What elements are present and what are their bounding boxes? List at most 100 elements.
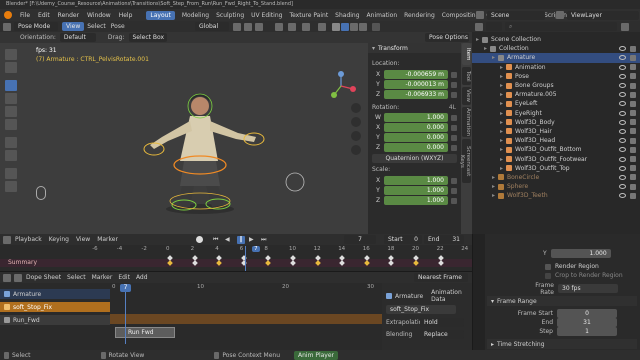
- render-camera-icon[interactable]: [630, 119, 636, 126]
- perspective-toggle-icon[interactable]: [351, 145, 361, 155]
- keyframe-summary[interactable]: [314, 260, 321, 266]
- render-camera-icon[interactable]: [630, 146, 636, 153]
- shading-wireframe-icon[interactable]: [332, 22, 340, 31]
- keyframe-summary[interactable]: [290, 260, 296, 266]
- view-layer-name[interactable]: ViewLayer: [567, 10, 639, 20]
- viewport-3d[interactable]: Pose Mode View Select Pose Global Orient…: [0, 21, 472, 234]
- blending-dropdown[interactable]: Replace: [420, 329, 464, 339]
- timeline-menu-keying[interactable]: Keying: [49, 236, 69, 243]
- keyframe-summary[interactable]: [388, 260, 395, 266]
- pose-options-dropdown[interactable]: Pose Options: [425, 33, 469, 42]
- render-camera-icon[interactable]: [630, 54, 636, 61]
- play-icon[interactable]: ▶: [249, 236, 257, 244]
- lock-icon[interactable]: [451, 134, 457, 141]
- rotation-z-field[interactable]: 0.000: [384, 143, 448, 152]
- keyframe-summary[interactable]: [191, 260, 198, 266]
- render-camera-icon[interactable]: [630, 192, 636, 199]
- lock-icon[interactable]: [451, 187, 457, 194]
- nla-track-run[interactable]: Run_Fwd: [0, 315, 110, 325]
- nla-menu-edit[interactable]: Edit: [118, 274, 130, 281]
- render-camera-icon[interactable]: [630, 73, 636, 80]
- toggle-sidebar-icon[interactable]: [372, 22, 380, 31]
- nla-track-action[interactable]: soft_Stop_Fix: [0, 302, 110, 312]
- visibility-eye-icon[interactable]: [619, 55, 626, 61]
- sidebar-tab-view[interactable]: View: [462, 87, 471, 105]
- jump-start-icon[interactable]: ⏮: [213, 236, 221, 244]
- timeline-editor-icon[interactable]: [3, 235, 11, 244]
- overlays-icon[interactable]: [302, 22, 310, 31]
- shading-solid-icon[interactable]: [341, 22, 349, 31]
- outliner-row[interactable]: ▸ Wolf3D_Outfit_Top: [472, 164, 640, 173]
- menu-help[interactable]: Help: [119, 12, 133, 19]
- workspace-tab-modeling[interactable]: Modeling: [182, 12, 209, 19]
- keyframe-summary[interactable]: [363, 260, 370, 266]
- scale-z-field[interactable]: 1.000: [384, 196, 448, 205]
- orientation-dropdown[interactable]: Default: [59, 33, 96, 42]
- visibility-icon[interactable]: [275, 22, 283, 31]
- keyframe-summary[interactable]: [339, 260, 346, 266]
- filter-icon[interactable]: [621, 22, 629, 31]
- lock-icon[interactable]: [451, 197, 457, 204]
- visibility-eye-icon[interactable]: [619, 46, 626, 52]
- timeline-ruler[interactable]: -6 -4 -2 0 2 4 6 7 8 10 12 14 16 18 20 22 24: [0, 246, 472, 254]
- visibility-eye-icon[interactable]: [619, 193, 626, 199]
- frame-step-field[interactable]: 1: [557, 327, 617, 336]
- visibility-eye-icon[interactable]: [619, 174, 626, 180]
- lock-icon[interactable]: [451, 114, 457, 121]
- mode-dropdown[interactable]: Pose Mode: [14, 22, 58, 31]
- render-camera-icon[interactable]: [630, 64, 636, 71]
- outliner-row[interactable]: ▸ Wolf3D_Hair: [472, 127, 640, 136]
- rotation-y-field[interactable]: 0.000: [384, 133, 448, 142]
- render-camera-icon[interactable]: [630, 45, 636, 52]
- outliner-row[interactable]: ▸ Wolf3D_Head: [472, 136, 640, 145]
- render-camera-icon[interactable]: [630, 165, 636, 172]
- nla-menu-marker[interactable]: Marker: [92, 274, 113, 281]
- frame-rate-dropdown[interactable]: 30 fps: [558, 284, 618, 293]
- anim-player-button[interactable]: Anim Player: [294, 350, 338, 360]
- xray-icon[interactable]: [318, 22, 326, 31]
- outliner-row[interactable]: ▸ BoneCircle: [472, 173, 640, 182]
- workspace-tab-texture-paint[interactable]: Texture Paint: [289, 12, 328, 19]
- menu-select[interactable]: Select: [87, 23, 106, 30]
- blender-logo-icon[interactable]: [4, 11, 12, 19]
- end-frame-field[interactable]: End 31: [424, 235, 464, 244]
- bone-circle-widget[interactable]: [284, 171, 306, 193]
- rotation-x-field[interactable]: 0.000: [384, 123, 448, 132]
- visibility-eye-icon[interactable]: [619, 165, 626, 171]
- visibility-eye-icon[interactable]: [619, 101, 626, 107]
- bone-roll-tool-icon[interactable]: [5, 168, 17, 179]
- record-icon[interactable]: [196, 236, 203, 243]
- workspace-tab-sculpting[interactable]: Sculpting: [216, 12, 244, 19]
- visibility-eye-icon[interactable]: [619, 147, 626, 153]
- workspace-tab-layout[interactable]: Layout: [146, 10, 175, 20]
- menu-pose[interactable]: Pose: [111, 23, 125, 30]
- proportional-edit-icon[interactable]: [255, 22, 263, 31]
- pause-icon[interactable]: ‖: [237, 235, 245, 244]
- start-frame-field[interactable]: Start 0: [384, 235, 422, 244]
- navigation-gizmo[interactable]: [326, 71, 356, 101]
- timeline-menu-marker[interactable]: Marker: [97, 236, 118, 243]
- scene-name[interactable]: Scene: [487, 10, 545, 20]
- keyframe-summary[interactable]: [216, 260, 223, 266]
- shading-material-icon[interactable]: [350, 22, 358, 31]
- workspace-tab-uv-editing[interactable]: UV Editing: [251, 12, 282, 19]
- visibility-eye-icon[interactable]: [619, 110, 626, 116]
- outliner-row[interactable]: ▸ Armature: [472, 53, 640, 63]
- visibility-eye-icon[interactable]: [619, 92, 626, 98]
- render-camera-icon[interactable]: [630, 100, 636, 107]
- current-frame-field[interactable]: 7: [344, 235, 376, 244]
- character-model[interactable]: [120, 81, 290, 216]
- outliner-search-input[interactable]: ⌕: [505, 22, 617, 31]
- visibility-eye-icon[interactable]: [619, 73, 626, 79]
- camera-view-icon[interactable]: [351, 131, 361, 141]
- transform-tool-icon[interactable]: [5, 119, 17, 130]
- cursor-tool-icon[interactable]: [5, 62, 17, 73]
- outliner-row[interactable]: ▸ Wolf3D_Body: [472, 118, 640, 127]
- location-z-field[interactable]: -0.006933 m: [384, 90, 448, 99]
- sidebar-tab-item[interactable]: Item: [462, 43, 471, 65]
- display-mode-dropdown[interactable]: [486, 22, 502, 31]
- jump-end-icon[interactable]: ⏭: [261, 236, 269, 244]
- menu-file[interactable]: File: [20, 12, 30, 19]
- select-box-tool-icon[interactable]: [5, 49, 17, 60]
- render-camera-icon[interactable]: [630, 174, 636, 181]
